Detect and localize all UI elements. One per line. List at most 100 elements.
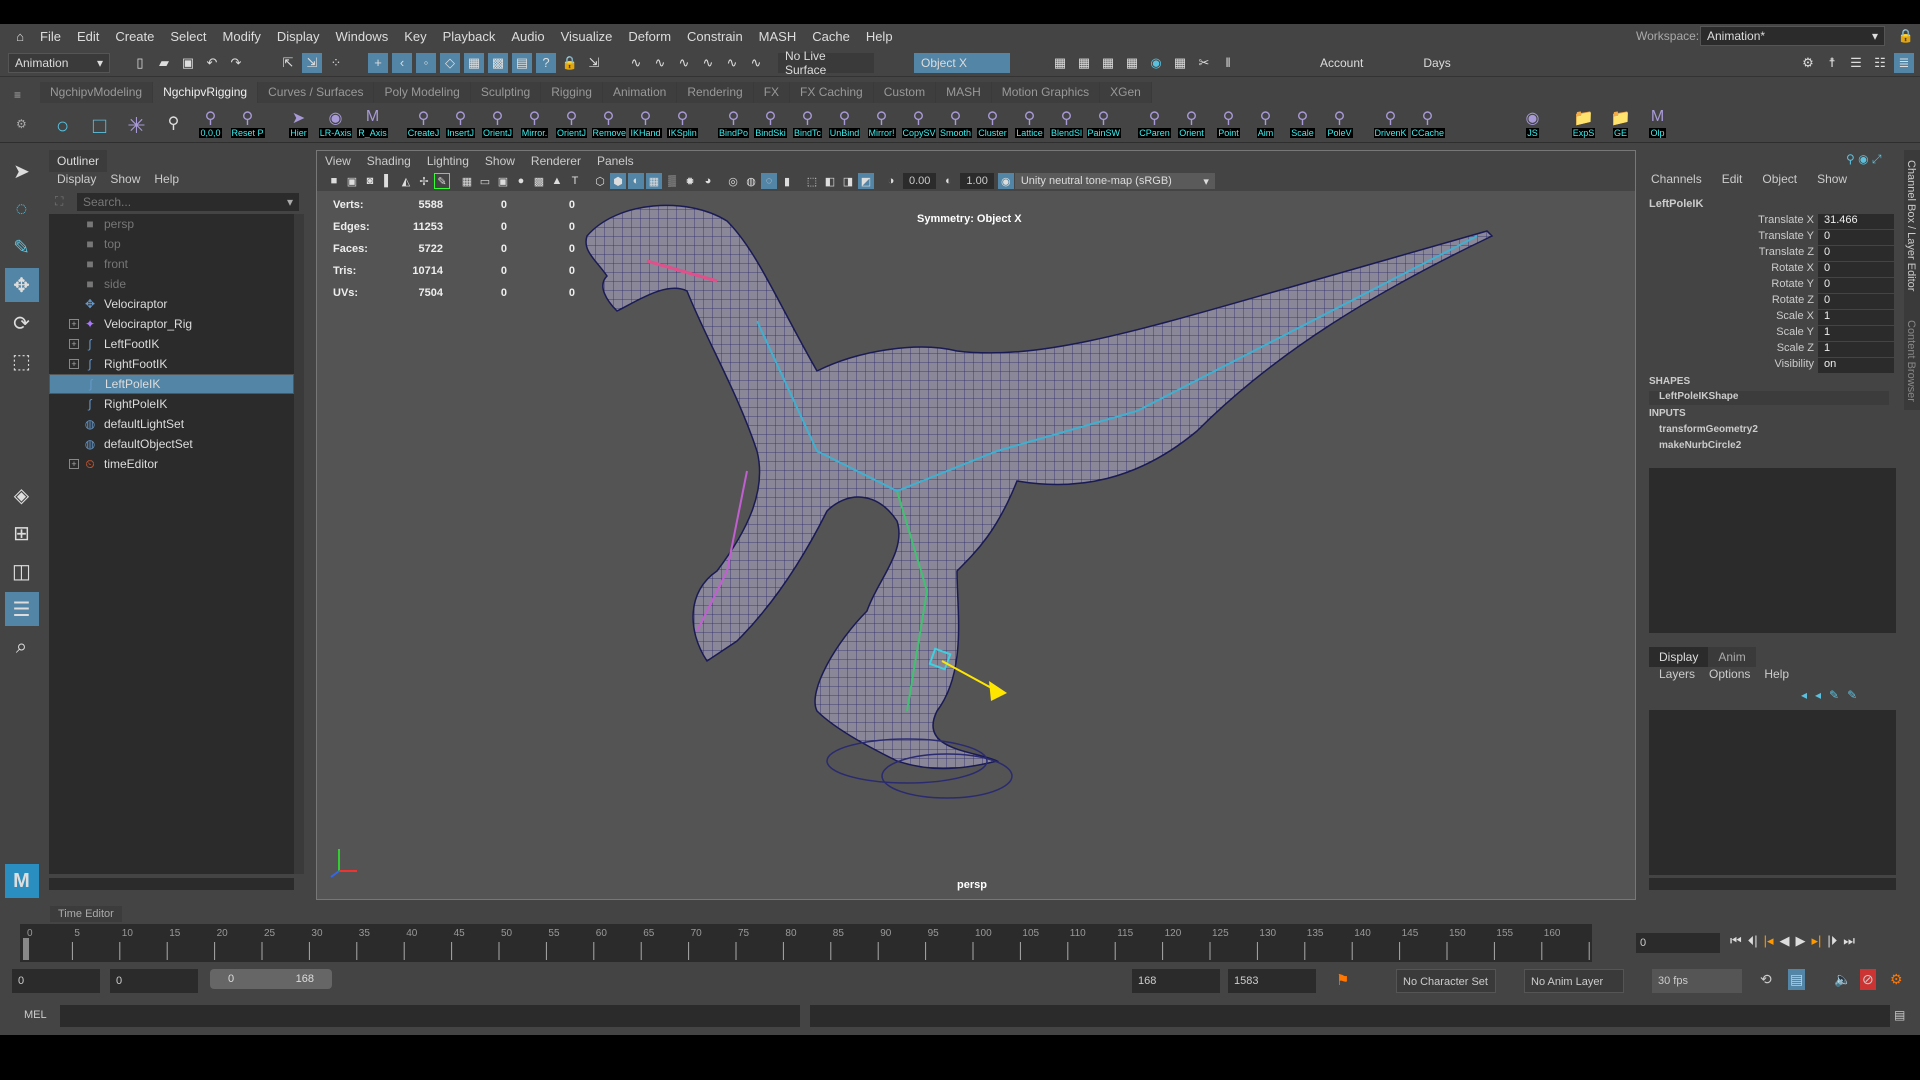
shadows-icon[interactable]: ◕	[700, 173, 716, 189]
snap-curve-icon[interactable]: ‹	[392, 52, 412, 73]
menu-windows[interactable]: Windows	[327, 29, 396, 44]
shelf-button-bindtc[interactable]: ⚲ BindTc	[791, 108, 824, 138]
help-icon[interactable]: ?	[536, 52, 556, 73]
lock-selection-icon[interactable]: 🔒	[560, 53, 580, 73]
attribute-name[interactable]: Rotate X	[1771, 262, 1814, 274]
fps-dropdown[interactable]: 30 fps	[1652, 969, 1742, 993]
xray-icon[interactable]: ◧	[822, 173, 838, 189]
shelf-button-mirror-[interactable]: ⚲ Mirror.	[518, 108, 551, 138]
tab-anim-layers[interactable]: Anim	[1708, 647, 1756, 667]
outliner-item[interactable]: ■ persp	[49, 214, 294, 234]
shelf-button-blendsl[interactable]: ⚲ BlendSl	[1049, 108, 1084, 138]
viewport-menu-show[interactable]: Show	[485, 154, 515, 168]
depth-of-field-icon[interactable]: ▮	[779, 173, 795, 189]
shelf-button-smooth[interactable]: ⚲ Smooth	[938, 108, 973, 138]
attribute-value[interactable]: 0	[1818, 278, 1894, 293]
redo-icon[interactable]: ↷	[226, 53, 246, 73]
shelf-button-aim[interactable]: ⚲ Aim	[1249, 108, 1282, 138]
four-pane-layout-icon[interactable]: ⊞	[5, 516, 39, 550]
evaluation-icon[interactable]: ⊘	[1860, 969, 1876, 990]
menu-visualize[interactable]: Visualize	[553, 29, 621, 44]
shelf-button-exps[interactable]: 📁 ExpS	[1567, 108, 1600, 138]
shelf-button-reset-p[interactable]: ⚲ Reset P	[230, 108, 265, 138]
shelf-tab-fx[interactable]: FX	[753, 82, 791, 103]
scene-start-field[interactable]: 0	[12, 969, 100, 993]
time-editor-tab[interactable]: Time Editor	[50, 906, 122, 922]
camera-attributes-icon[interactable]: ◙	[362, 173, 378, 189]
mel-command-input[interactable]	[60, 1005, 800, 1027]
filter-icon[interactable]: ⛶	[55, 194, 63, 209]
viewport-panel[interactable]: View Shading Lighting Show Renderer Panels ■ ▣…	[316, 150, 1636, 900]
step-back-key-icon[interactable]: |◂	[1764, 933, 1774, 949]
attribute-value[interactable]: 1	[1818, 326, 1894, 341]
snap-grid-icon[interactable]: +	[368, 52, 388, 73]
rotate-tool-icon[interactable]: ⟳	[5, 306, 39, 340]
outliner-vertical-scrollbar[interactable]	[294, 214, 304, 874]
account-link[interactable]: Account	[1320, 56, 1363, 70]
shelf-button-unbind[interactable]: ⚲ UnBind	[828, 108, 861, 138]
paint-select-tool-icon[interactable]: ✎	[5, 230, 39, 264]
render-current-icon[interactable]: ▦	[1074, 53, 1094, 73]
joint-tool-button[interactable]: ⚲	[157, 113, 190, 133]
live-surface-field[interactable]: No Live Surface	[778, 49, 874, 77]
shelf-tab-rigging[interactable]: Rigging	[541, 82, 603, 103]
menu-playback[interactable]: Playback	[435, 29, 504, 44]
safe-action-icon[interactable]: ▲	[549, 173, 565, 189]
viewport-menu-lighting[interactable]: Lighting	[427, 154, 469, 168]
gate-mask-icon[interactable]: ●	[513, 173, 529, 189]
layer-menu-options[interactable]: Options	[1709, 667, 1750, 681]
current-time-indicator[interactable]	[23, 938, 29, 960]
shelf-button-polev[interactable]: ⚲ PoleV	[1323, 108, 1356, 138]
menu-modify[interactable]: Modify	[215, 29, 269, 44]
layer-action-icons[interactable]: ◂◂✎✎	[1801, 688, 1865, 702]
xray-joints-icon[interactable]: ◩	[858, 173, 874, 189]
camera-icon[interactable]: ■	[326, 173, 342, 189]
shelf-button-copysv[interactable]: ⚲ CopySV	[901, 108, 936, 138]
outliner-item[interactable]: ■ top	[49, 234, 294, 254]
outliner-item[interactable]: + ∫ LeftFootIK	[49, 334, 294, 354]
outliner-tab[interactable]: Outliner	[49, 150, 108, 172]
symmetry-dropdown[interactable]: Object X	[914, 52, 1010, 73]
pause-icon[interactable]: ‖	[1218, 53, 1238, 73]
shelf-button-mirror-[interactable]: ⚲ Mirror!	[865, 108, 898, 138]
shelf-button-drivenk[interactable]: ⚲ DrivenK	[1373, 108, 1408, 138]
expand-icon[interactable]: +	[69, 359, 79, 369]
viewport-menu-view[interactable]: View	[325, 154, 351, 168]
menu-constrain[interactable]: Constrain	[679, 29, 751, 44]
shelf-button-ikhand[interactable]: ⚲ IKHand	[629, 108, 662, 138]
shelf-tab-ngchipvmodeling[interactable]: NgchipvModeling	[40, 82, 154, 103]
shelf-settings-icon[interactable]: ⚙	[16, 117, 27, 131]
shelf-button-insertj[interactable]: ⚲ InsertJ	[444, 108, 477, 138]
ipr-render-icon[interactable]: ▦	[1098, 53, 1118, 73]
tab-content-browser[interactable]: Content Browser	[1905, 320, 1917, 402]
two-pane-layout-icon[interactable]: ◫	[5, 554, 39, 588]
outliner-horizontal-scrollbar[interactable]	[49, 878, 294, 890]
save-scene-icon[interactable]: ▣	[178, 53, 198, 73]
tab-display-layers[interactable]: Display	[1649, 647, 1709, 667]
attribute-value[interactable]: 0	[1818, 262, 1894, 277]
attribute-value[interactable]: 0	[1818, 246, 1894, 261]
open-scene-icon[interactable]: ▰	[154, 53, 174, 73]
viewport-menu-renderer[interactable]: Renderer	[531, 154, 581, 168]
channel-menu-object[interactable]: Object	[1762, 172, 1797, 186]
shelf-button-painsw[interactable]: ⚲ PainSW	[1086, 108, 1121, 138]
character-set-dropdown[interactable]: No Character Set	[1396, 969, 1496, 993]
shelf-button-cluster[interactable]: ⚲ Cluster	[976, 108, 1009, 138]
outliner-item[interactable]: ∫ RightPoleIK	[49, 394, 294, 414]
shelf-button-bindski[interactable]: ⚲ BindSki	[754, 108, 787, 138]
bookmark-icon[interactable]: ▌	[380, 173, 396, 189]
lasso-tool-icon[interactable]: ◌	[5, 192, 39, 226]
menu-select[interactable]: Select	[162, 29, 214, 44]
gamma-icon[interactable]: ◐	[940, 173, 956, 189]
safe-title-icon[interactable]: T	[567, 173, 583, 189]
go-to-start-icon[interactable]: ⏮	[1730, 933, 1742, 949]
outliner-menu-display[interactable]: Display	[57, 172, 96, 186]
shelf-tab-sculpting[interactable]: Sculpting	[470, 82, 542, 103]
channel-box-icons[interactable]: ⚲ ◉ ⤢	[1846, 152, 1882, 167]
shelf-button-0-0-0[interactable]: ⚲ 0,0,0	[194, 108, 227, 138]
outliner-menu-help[interactable]: Help	[154, 172, 179, 186]
menu-create[interactable]: Create	[107, 29, 162, 44]
expand-icon[interactable]: +	[69, 319, 79, 329]
shelf-tab-motion-graphics[interactable]: Motion Graphics	[991, 82, 1101, 103]
use-all-lights-icon[interactable]: ✹	[682, 173, 698, 189]
